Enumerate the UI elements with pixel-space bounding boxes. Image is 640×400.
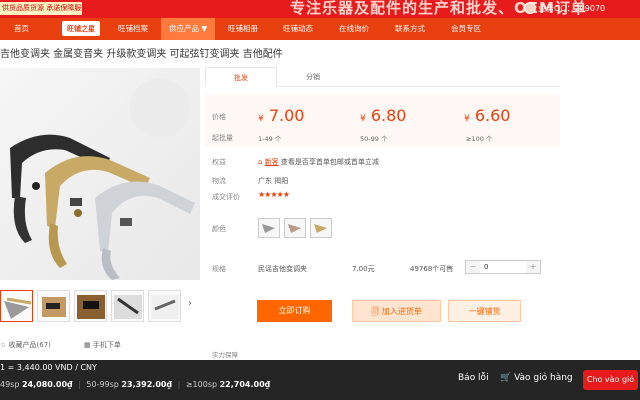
store-nav: 首页 旺铺之星 旺铺档案 供应产品 ▼ 旺铺相册 旺铺动态 在线询价 联系方式 … [0, 18, 640, 40]
qty-tier-1: 1-49 个 [258, 135, 282, 143]
rights-text: 查看是否享首单包邮或首单立减 [280, 158, 379, 166]
nav-home[interactable]: 首页 [14, 18, 29, 40]
nav-inquiry[interactable]: 在线询价 [339, 18, 369, 40]
go-to-cart-label: Vào giỏ hàng [514, 373, 573, 383]
color-option[interactable] [310, 218, 332, 238]
add-to-cart-label: 加入进货单 [381, 307, 422, 316]
heart-icon: ☆ [0, 341, 9, 349]
decrement-button[interactable]: − [466, 261, 480, 273]
warranty-label: 实力保障 [212, 351, 238, 359]
nav-news[interactable]: 旺铺动态 [283, 18, 313, 40]
currency-symbol: ¥ [258, 114, 264, 124]
add-to-cart-button[interactable]: 🗐 加入进货单 [352, 300, 441, 322]
tab-wholesale[interactable]: 批发 [205, 67, 277, 87]
purchase-tabs: 批发 分销 [205, 67, 560, 87]
quantity-stepper: − 0 + [465, 260, 541, 274]
tier-label: 49sp [0, 380, 20, 389]
tier-label: 50-99sp [86, 380, 119, 389]
tier-price: 23,392.00₫ [121, 380, 173, 389]
product-main-image[interactable] [0, 68, 200, 280]
thumbnail[interactable] [37, 290, 70, 322]
mobile-label: 手机下单 [92, 341, 121, 349]
add-to-cart-ext-button[interactable]: Cho vào giỏ [583, 370, 638, 390]
thumbnail-strip [0, 290, 200, 322]
color-swatch-image [314, 224, 327, 233]
price-tier-3: ¥ 6.60 [464, 106, 510, 125]
qr-code-icon: ▦ [84, 341, 93, 349]
qty-tier-3: ≥100 个 [466, 135, 493, 143]
go-to-cart-button[interactable]: 🛒 Vào giỏ hàng [500, 373, 573, 383]
collect-label: 收藏产品(67) [8, 341, 51, 349]
thumbnail[interactable] [111, 290, 144, 322]
currency-symbol: ¥ [464, 114, 470, 124]
spec-name: 民谣吉他变调夹 [258, 265, 307, 273]
store-badge: 旺铺之星 [62, 21, 100, 36]
capo-illustration [10, 78, 195, 280]
qty-tier-2: 50-99 个 [360, 135, 388, 143]
converted-prices: 49sp 24,080.00₫ | 50-99sp 23,392.00₫ | ≥… [0, 380, 270, 389]
mobile-order[interactable]: ▦ 手机下单 [84, 340, 121, 350]
currency-toolbar: 1 = 3,440.00 VND / CNY 49sp 24,080.00₫ |… [0, 360, 640, 400]
price-value: 6.60 [474, 106, 511, 125]
exchange-rate: 1 = 3,440.00 VND / CNY [0, 363, 97, 372]
collect-product[interactable]: ☆ 收藏产品(67) [0, 340, 51, 350]
tier-label: ≥100sp [185, 380, 218, 389]
thumbnail-image [42, 297, 66, 317]
thumbnail-image [114, 295, 142, 319]
gift-icon: ⌂ [258, 158, 263, 166]
price-tier-2: ¥ 6.80 [360, 106, 406, 125]
price-value: 7.00 [268, 106, 305, 125]
color-label: 颜色 [212, 225, 226, 233]
currency-symbol: ¥ [360, 114, 366, 124]
thumbnail-image [4, 297, 32, 319]
tier-price: 24,080.00₫ [21, 380, 73, 389]
cart-icon: 🛒 [500, 373, 515, 383]
thumbnail[interactable] [148, 290, 181, 322]
color-swatch-image [262, 224, 275, 233]
divider: | [177, 380, 181, 389]
avatar [524, 2, 536, 14]
price-tier-1: ¥ 7.00 [258, 106, 304, 125]
spec-label: 规格 [212, 265, 226, 273]
rights-row: ⌂ 新客 查看是否享首单包邮或首单立减 [258, 157, 379, 167]
thumbnail-image [151, 295, 179, 319]
price-value: 6.80 [370, 106, 407, 125]
one-click-shop-button[interactable]: 一键铺货 [448, 300, 521, 322]
rights-label: 权益 [212, 158, 226, 166]
thumbnail-image [77, 295, 105, 319]
color-option[interactable] [284, 218, 306, 238]
nav-members[interactable]: 会员专区 [451, 18, 481, 40]
nav-album[interactable]: 旺铺相册 [228, 18, 258, 40]
tier-price: 22,704.00₫ [219, 380, 271, 389]
buy-now-button[interactable]: 立即订购 [257, 300, 332, 322]
thumbnail[interactable] [74, 290, 107, 322]
chevron-right-icon[interactable]: › [188, 298, 192, 309]
rating-label: 成交评价 [212, 193, 240, 201]
product-title: 吉他变调夹 金属变音夹 升级款变调夹 可起弦钉变调夹 吉他配件 [0, 49, 283, 60]
cart-icon: 🗐 [371, 307, 382, 316]
thumbnail[interactable] [0, 290, 33, 322]
color-option[interactable] [258, 218, 280, 238]
increment-button[interactable]: + [526, 261, 540, 273]
nav-profile[interactable]: 旺铺档案 [118, 18, 148, 40]
rating-stars: ★★★★★ [258, 190, 290, 199]
tab-distribution[interactable]: 分销 [293, 67, 333, 87]
promo-text: 供货品质货源 承诺保障服务 [0, 2, 82, 15]
top-banner: 供货品质货源 承诺保障服务 专注乐器及配件的生产和批发、OEM订单 业务QQ：2… [0, 0, 640, 18]
quantity-input[interactable]: 0 [480, 261, 526, 273]
ship-label: 物流 [212, 177, 226, 185]
ship-origin: 广东 揭阳 [258, 177, 289, 185]
price-label: 价格 [212, 113, 226, 121]
color-swatch-image [288, 224, 301, 233]
nav-products[interactable]: 供应产品 ▼ [161, 18, 216, 40]
report-error-button[interactable]: Báo lỗi [458, 373, 489, 383]
contact-qq[interactable]: 业务QQ：209070 [538, 3, 605, 14]
spec-price: 7.00元 [352, 265, 375, 273]
nav-contact[interactable]: 联系方式 [395, 18, 425, 40]
new-customer-tag[interactable]: 新客 [265, 158, 279, 166]
qty-label: 起批量 [212, 134, 233, 142]
spec-stock: 49768个可售 [410, 265, 454, 273]
divider: | [78, 380, 81, 389]
